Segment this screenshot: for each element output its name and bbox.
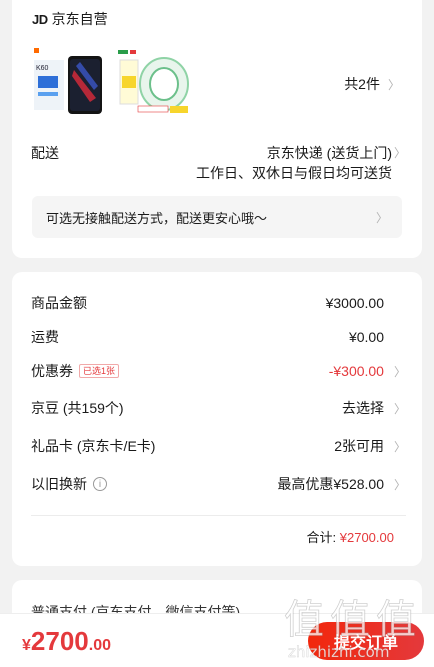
currency-symbol: ¥ [22,637,31,654]
final-price: ¥ 2700 .00 [22,626,111,657]
coupon-label: 优惠券 [31,363,73,379]
price-decimal: .00 [88,637,111,654]
phone-image-icon: K60 [30,46,106,120]
jingdou-value-wrap: 去选择 〉 [342,398,406,418]
tradein-value: 最高优惠¥528.00 [277,476,384,492]
coupon-value-wrap: -¥300.00 〉 [329,363,406,380]
product-count-label: 共2件 [344,76,380,92]
giftcard-value: 2张可用 [334,438,384,454]
tradein-label-wrap: 以旧换新 i [31,474,277,494]
jd-logo: JD [32,11,48,27]
goods-amount-label: 商品金额 [31,295,87,311]
chevron-right-icon: 〉 [393,477,406,492]
order-card: JD 京东自营 K60 共2件 〉 配送 京东快递 (送货上门) 工作日、双休日… [12,0,422,258]
shop-name: 京东自营 [51,11,108,27]
coupon-row[interactable]: 优惠券 已选1张 -¥300.00 〉 [31,360,406,382]
delivery-time: 工作日、双休日与假日均可送货 [196,165,392,181]
notice-text: 可选无接触配送方式，配送更安心哦～ [46,210,268,226]
shop-header: JD 京东自营 [32,9,108,29]
delivery-info[interactable]: 京东快递 (送货上门) 工作日、双休日与假日均可送货 [196,143,392,183]
contactless-delivery-notice[interactable]: 可选无接触配送方式，配送更安心哦～ 〉 [32,196,402,238]
giftcard-row[interactable]: 礼品卡 (京东卡/E卡) 2张可用 〉 [31,435,406,457]
coupon-label-wrap: 优惠券 已选1张 [31,361,329,381]
jingdou-value: 去选择 [341,400,384,416]
shipping-label: 运费 [31,329,59,345]
chevron-right-icon: 〉 [393,439,406,454]
tradein-value-wrap: 最高优惠¥528.00 〉 [277,474,406,494]
product-thumb-tape[interactable] [116,46,192,120]
jingdou-row[interactable]: 京豆 (共159个) 去选择 〉 [31,397,406,419]
shipping-row: 运费 ¥0.00 [31,326,406,348]
coupon-value: -¥300.00 [328,363,384,379]
submit-order-button[interactable]: 提交订单 [308,622,424,660]
giftcard-label: 礼品卡 (京东卡/E卡) [31,438,156,454]
goods-amount-value: ¥3000.00 [325,295,384,311]
total-row: 合计: ¥2700.00 [307,527,394,546]
tape-image-icon [116,46,192,120]
tradein-row[interactable]: 以旧换新 i 最高优惠¥528.00 〉 [31,473,406,495]
price-summary-card: 商品金额 ¥3000.00 运费 ¥0.00 优惠券 已选1张 -¥300.00… [12,272,422,566]
product-thumb-phone[interactable]: K60 [30,46,106,120]
divider [31,515,406,516]
price-integer: 2700 [30,626,89,656]
total-label: 合计: [306,530,340,545]
goods-amount-row: 商品金额 ¥3000.00 [31,292,406,314]
coupon-selected-badge: 已选1张 [79,364,120,378]
shipping-value: ¥0.00 [348,329,384,345]
product-count[interactable]: 共2件 〉 [344,74,400,94]
chevron-right-icon: 〉 [393,146,406,160]
product-list[interactable]: K60 [30,46,192,120]
checkout-bar: ¥ 2700 .00 提交订单 [0,613,434,667]
tradein-label: 以旧换新 [31,476,87,492]
total-value: ¥2700.00 [339,530,394,545]
chevron-right-icon: 〉 [393,364,406,379]
info-icon[interactable]: i [93,477,107,491]
delivery-label: 配送 [31,145,59,161]
giftcard-value-wrap: 2张可用 〉 [334,436,406,456]
chevron-right-icon: 〉 [375,210,388,225]
svg-text:K60: K60 [36,65,49,72]
chevron-right-icon: 〉 [387,77,400,92]
jingdou-label: 京豆 (共159个) [31,400,124,416]
delivery-method: 京东快递 (送货上门) [266,145,392,161]
chevron-right-icon: 〉 [393,401,406,416]
